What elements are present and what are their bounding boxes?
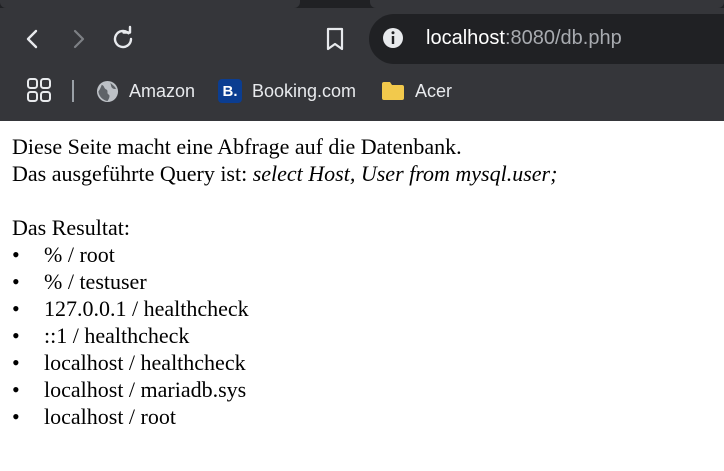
page-content: Diese Seite macht eine Abfrage auf die D… <box>12 133 712 430</box>
bullet: • <box>12 350 20 375</box>
list-item: • localhost / root <box>12 403 712 430</box>
bullet: • <box>12 323 20 348</box>
bookmarks-separator <box>72 80 74 102</box>
bookmark-label: Amazon <box>129 80 196 101</box>
intro-text: Diese Seite macht eine Abfrage auf die D… <box>12 134 462 159</box>
bookmark-icon <box>326 27 344 51</box>
result-heading: Das Resultat: <box>12 215 130 240</box>
back-button[interactable] <box>15 21 51 57</box>
result-value: ::1 / healthcheck <box>44 323 190 348</box>
site-info-button[interactable] <box>381 26 405 50</box>
browser-toolbar: localhost:8080/db.php Amazon B. Booking.… <box>0 0 724 121</box>
list-item: • localhost / healthcheck <box>12 349 712 376</box>
list-item: • 127.0.0.1 / healthcheck <box>12 295 712 322</box>
apps-grid-icon <box>27 78 51 102</box>
query-line: Das ausgeführte Query ist: select Host, … <box>12 160 712 187</box>
result-value: % / testuser <box>44 269 147 294</box>
reload-icon <box>113 25 133 49</box>
query-prefix: Das ausgeführte Query ist: <box>12 161 253 186</box>
bookmark-label: Acer <box>415 80 453 101</box>
bullet: • <box>12 404 20 429</box>
chevron-left-icon <box>26 29 38 49</box>
bullet: • <box>12 269 20 294</box>
bullet: • <box>12 296 20 321</box>
booking-logo-icon: B. <box>218 79 242 103</box>
bullet: • <box>12 242 20 267</box>
list-item: • % / root <box>12 241 712 268</box>
reload-button[interactable] <box>105 21 141 57</box>
url-text[interactable]: localhost:8080/db.php <box>426 27 622 50</box>
result-value: localhost / root <box>44 404 176 429</box>
booking-logo: B. <box>218 79 242 103</box>
result-value: % / root <box>44 242 115 267</box>
bullet: • <box>12 377 20 402</box>
list-item: • % / testuser <box>12 268 712 295</box>
globe-icon <box>96 80 119 103</box>
list-item: • localhost / mariadb.sys <box>12 376 712 403</box>
address-bar[interactable]: localhost:8080/db.php <box>369 14 724 64</box>
bookmark-amazon[interactable]: Amazon <box>96 75 195 107</box>
tab-fragment[interactable] <box>0 0 300 8</box>
result-value: localhost / healthcheck <box>44 350 246 375</box>
url-host: localhost <box>426 27 505 49</box>
list-item: •::1 / healthcheck <box>12 322 712 349</box>
info-icon <box>383 28 403 48</box>
bookmark-star-button[interactable] <box>317 21 353 57</box>
result-value: 127.0.0.1 / healthcheck <box>44 296 249 321</box>
bookmark-booking[interactable]: B. Booking.com <box>218 75 356 107</box>
bookmark-folder-acer[interactable]: Acer <box>381 75 452 107</box>
apps-button[interactable] <box>21 72 57 108</box>
forward-button[interactable] <box>60 21 96 57</box>
url-path: :8080/db.php <box>504 27 622 49</box>
folder-icon <box>381 81 405 101</box>
result-list: • % / root • % / testuser • 127.0.0.1 / hea… <box>12 241 712 430</box>
query-text: select Host, User from mysql.user; <box>252 161 558 186</box>
tab-strip <box>0 0 724 8</box>
tab-fragment[interactable] <box>370 0 724 8</box>
chevron-right-icon <box>73 29 85 49</box>
bookmark-label: Booking.com <box>252 80 357 101</box>
result-value: localhost / mariadb.sys <box>44 377 247 402</box>
